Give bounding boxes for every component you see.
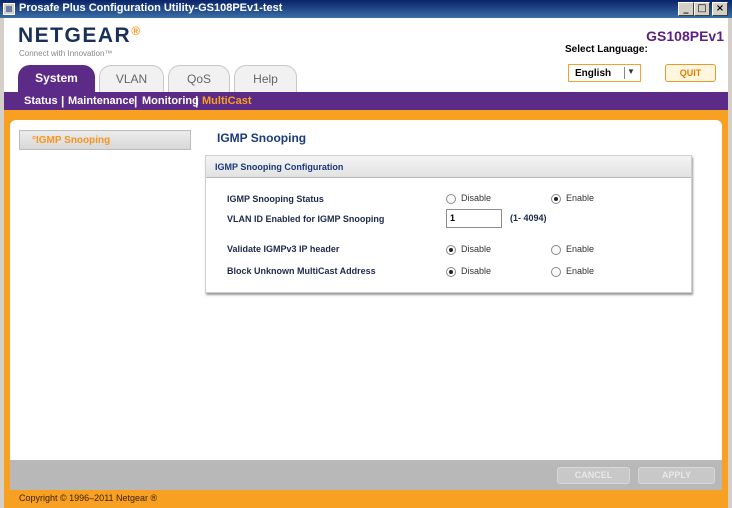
igmp-status-enable-radio[interactable] — [551, 194, 561, 204]
apply-button[interactable]: APPLY — [638, 467, 715, 484]
block-disable-radio[interactable] — [446, 267, 456, 277]
tab-system[interactable]: System — [18, 65, 95, 92]
igmp-status-enable-label: Enable — [566, 193, 595, 203]
language-select[interactable]: English ▼ — [568, 64, 641, 82]
validate-igmpv3-label: Validate IGMPv3 IP header — [227, 244, 340, 254]
block-enable-radio[interactable] — [551, 267, 561, 277]
vlan-id-input[interactable]: 1 — [446, 209, 502, 228]
quit-button[interactable]: QUIT — [665, 64, 716, 82]
window-title: Prosafe Plus Configuration Utility-GS108… — [19, 2, 283, 14]
validate-enable-radio[interactable] — [551, 245, 561, 255]
logo-text: NETGEAR — [18, 24, 132, 47]
subnav-separator: | — [134, 94, 138, 108]
window-frame-right — [728, 18, 732, 508]
subnav-multicast[interactable]: MultiCast — [202, 95, 252, 107]
app-icon — [3, 3, 15, 15]
igmp-status-disable-label: Disable — [461, 193, 492, 203]
copyright-text: Copyright © 1996–2011 Netgear ® — [19, 493, 158, 503]
device-model: GS108PEv1 — [646, 28, 724, 44]
tab-help[interactable]: Help — [234, 65, 297, 92]
block-enable-label: Enable — [566, 266, 595, 276]
subnav-status[interactable]: Status — [24, 95, 58, 107]
tab-vlan[interactable]: VLAN — [99, 65, 164, 92]
sub-navigation: Status | Maintenance | Monitoring | Mult… — [4, 92, 728, 110]
language-value: English — [575, 68, 612, 79]
subnav-separator: | — [195, 94, 199, 108]
vlan-id-label: VLAN ID Enabled for IGMP Snooping — [227, 214, 385, 224]
close-button[interactable]: × — [712, 2, 728, 16]
tab-qos[interactable]: QoS — [168, 65, 230, 92]
subnav-separator: | — [61, 94, 65, 108]
igmp-status-label: IGMP Snooping Status — [227, 194, 324, 204]
panel-title: IGMP Snooping Configuration — [215, 162, 344, 172]
sidebar-item-igmp-snooping[interactable]: °IGMP Snooping — [19, 130, 191, 150]
validate-disable-label: Disable — [461, 244, 492, 254]
subnav-maintenance[interactable]: Maintenance — [68, 95, 135, 107]
validate-enable-label: Enable — [566, 244, 595, 254]
igmp-status-disable-radio[interactable] — [446, 194, 456, 204]
language-label: Select Language: — [565, 44, 648, 55]
select-divider — [624, 67, 625, 79]
vlan-id-range: (1- 4094) — [510, 213, 547, 223]
page-title: IGMP Snooping — [217, 131, 307, 145]
logo-tagline: Connect with Innovation™ — [19, 49, 113, 58]
block-multicast-label: Block Unknown MultiCast Address — [227, 266, 376, 276]
subnav-monitoring[interactable]: Monitoring — [142, 95, 199, 107]
window-titlebar[interactable]: Prosafe Plus Configuration Utility-GS108… — [0, 0, 732, 18]
igmp-config-panel: IGMP Snooping Configuration IGMP Snoopin… — [205, 155, 692, 293]
chevron-down-icon[interactable]: ▼ — [627, 67, 635, 76]
maximize-button[interactable]: □ — [694, 2, 710, 16]
logo-registered-mark: ® — [131, 24, 142, 38]
cancel-button[interactable]: CANCEL — [557, 467, 630, 484]
block-disable-label: Disable — [461, 266, 492, 276]
validate-disable-radio[interactable] — [446, 245, 456, 255]
panel-header: IGMP Snooping Configuration — [206, 156, 691, 178]
netgear-logo: NETGEAR® — [18, 24, 142, 48]
app-header: NETGEAR® Connect with Innovation™ GS108P… — [4, 18, 728, 92]
footer-bar: CANCEL APPLY — [10, 460, 722, 490]
sidebar-item-label: °IGMP Snooping — [32, 135, 111, 146]
minimize-button[interactable]: _ — [678, 2, 694, 16]
